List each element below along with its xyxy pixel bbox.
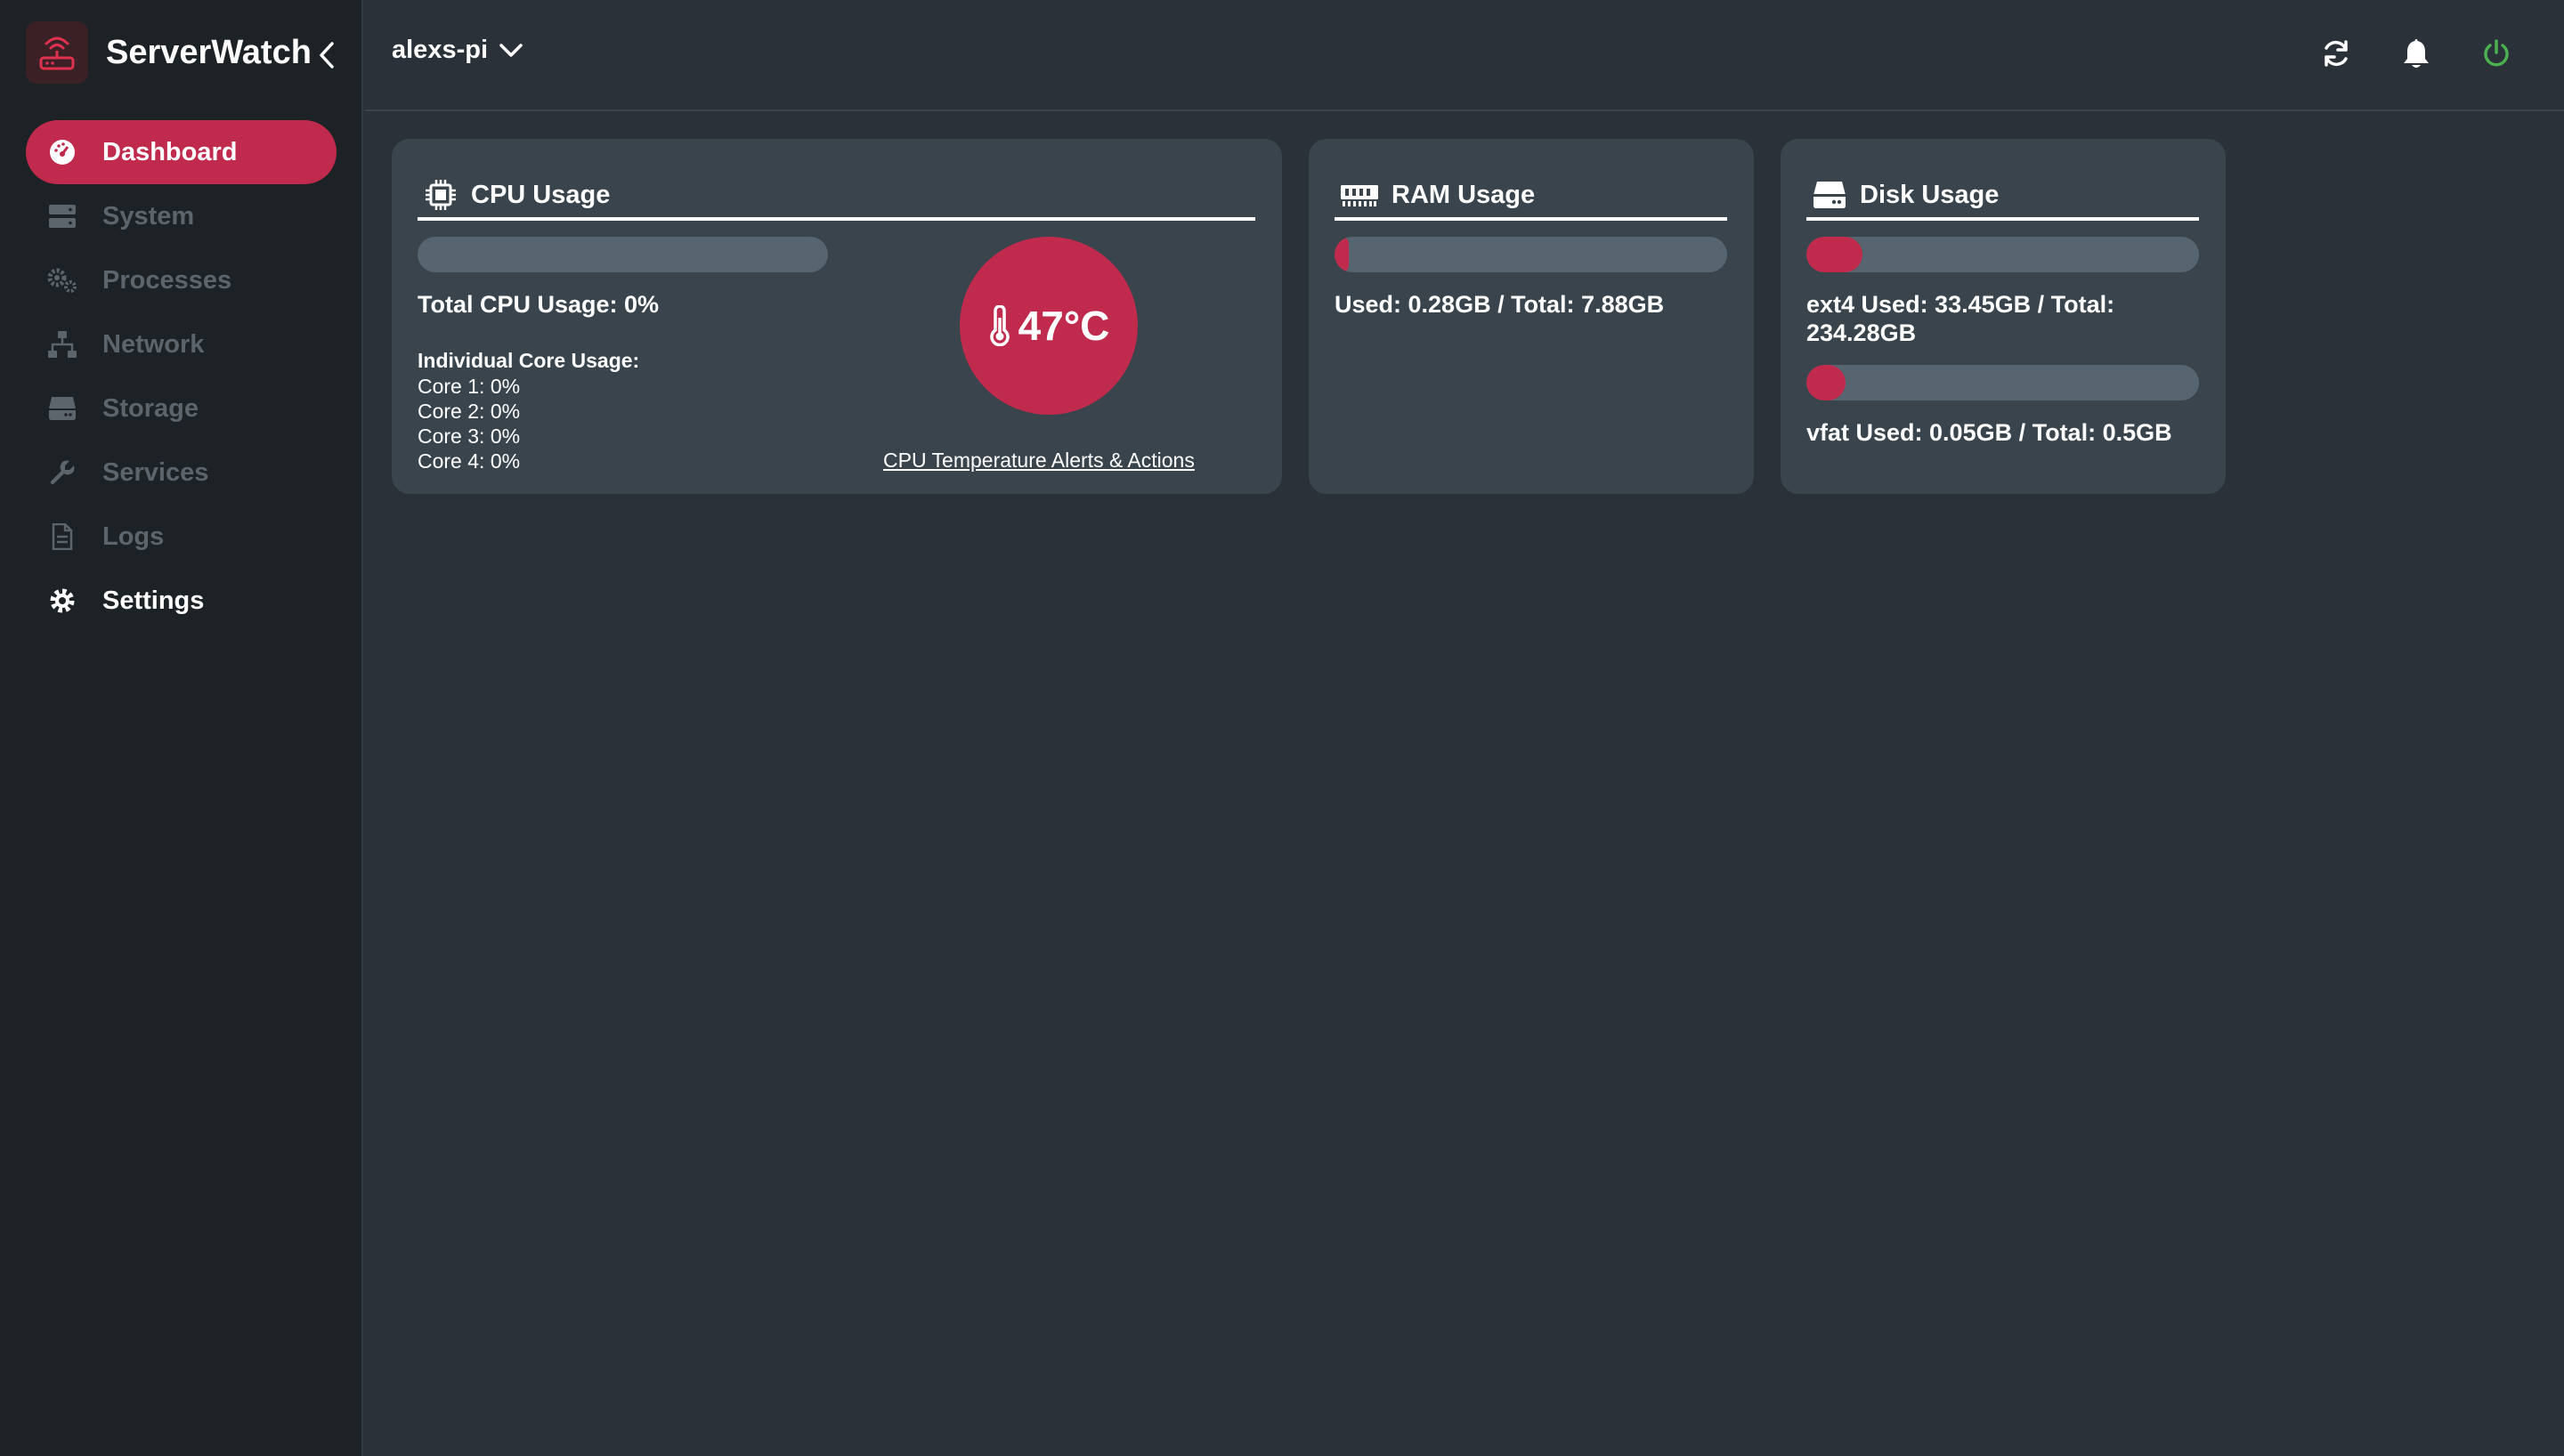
host-name: alexs-pi <box>392 36 488 64</box>
cpu-card-title: CPU Usage <box>471 180 611 209</box>
vfat-usage-fill <box>1806 365 1846 400</box>
chevron-left-icon <box>320 42 334 69</box>
ram-usage-bar <box>1335 237 1727 272</box>
core-usage-item: Core 4: 0% <box>418 449 521 473</box>
disk-usage-card: Disk Usage ext4 Used: 33.45GB / Total: 2… <box>1781 139 2226 494</box>
sidebar-item-services[interactable]: Services <box>26 441 337 505</box>
power-button[interactable] <box>2477 34 2516 73</box>
refresh-icon <box>2325 40 2348 67</box>
cpu-total-usage: Total CPU Usage: 0% <box>418 291 660 318</box>
vfat-usage-bar <box>1806 365 2199 400</box>
wrench-icon <box>47 457 77 488</box>
ext4-usage-line1: ext4 Used: 33.45GB / Total: <box>1806 291 2115 318</box>
sidebar-item-label: Services <box>102 457 209 487</box>
sidebar-item-storage[interactable]: Storage <box>26 376 337 441</box>
sidebar-item-label: Storage <box>102 393 199 423</box>
disk-card-title: Disk Usage <box>1860 180 2000 209</box>
cpu-temperature-alerts-link[interactable]: CPU Temperature Alerts & Actions <box>883 449 1195 473</box>
topbar: alexs-pi <box>365 0 2564 111</box>
ext4-usage-text: ext4 Used: 33.45GB / Total: 234.28GB <box>1806 290 2114 347</box>
ram-card-header: RAM Usage <box>1335 173 1727 221</box>
sidebar-item-label: Network <box>102 329 205 359</box>
brand[interactable]: ServerWatch <box>26 21 312 84</box>
core-usage-title: Individual Core Usage: <box>418 349 640 372</box>
ram-card-title: RAM Usage <box>1392 180 1536 209</box>
sidebar-item-system[interactable]: System <box>26 184 337 248</box>
gear-icon <box>47 586 77 616</box>
core-usage-item: Core 1: 0% <box>418 375 521 398</box>
ext4-usage-line2: 234.28GB <box>1806 320 1917 346</box>
power-icon <box>2484 39 2509 67</box>
dashboard-icon <box>47 137 77 167</box>
sidebar-nav: Dashboard System Processes Network Stora… <box>26 120 337 633</box>
sidebar-item-processes[interactable]: Processes <box>26 248 337 312</box>
ram-usage-fill <box>1335 237 1349 272</box>
sidebar-item-settings[interactable]: Settings <box>26 569 337 633</box>
app-title: ServerWatch <box>106 33 312 71</box>
sidebar-item-label: Settings <box>102 586 205 615</box>
network-icon <box>47 329 77 360</box>
microchip-icon <box>423 177 458 213</box>
bell-icon <box>2404 39 2429 68</box>
core-usage-list: Core 1: 0% Core 2: 0% Core 3: 0% Core 4:… <box>418 374 520 473</box>
server-icon <box>47 201 77 231</box>
sidebar-item-network[interactable]: Network <box>26 312 337 376</box>
core-usage-item: Core 3: 0% <box>418 425 521 448</box>
hdd-icon <box>47 393 77 424</box>
cpu-temperature-badge: 47°C <box>960 237 1138 415</box>
cpu-usage-bar <box>418 237 828 272</box>
disk-card-header: Disk Usage <box>1806 173 2199 221</box>
refresh-button[interactable] <box>2317 34 2356 73</box>
memory-icon <box>1340 177 1379 213</box>
cpu-usage-card: CPU Usage Total CPU Usage: 0% Individual… <box>392 139 1282 494</box>
ram-usage-text: Used: 0.28GB / Total: 7.88GB <box>1335 291 1665 318</box>
notifications-button[interactable] <box>2397 34 2436 73</box>
ram-usage-card: RAM Usage Used: 0.28GB / Total: 7.88GB <box>1309 139 1754 494</box>
core-usage-item: Core 2: 0% <box>418 400 521 423</box>
vfat-usage-text: vfat Used: 0.05GB / Total: 0.5GB <box>1806 419 2172 446</box>
sidebar-item-logs[interactable]: Logs <box>26 505 337 569</box>
sidebar: ServerWatch Dashboard System Processes N… <box>0 0 363 1456</box>
sidebar-item-label: Logs <box>102 522 165 551</box>
host-selector[interactable]: alexs-pi <box>392 36 523 65</box>
sidebar-item-label: Processes <box>102 265 232 295</box>
sidebar-item-label: Dashboard <box>102 137 238 166</box>
ext4-usage-bar <box>1806 237 2199 272</box>
collapse-sidebar-button[interactable] <box>313 37 340 73</box>
file-icon <box>47 522 77 552</box>
sidebar-item-dashboard[interactable]: Dashboard <box>26 120 337 184</box>
cpu-card-header: CPU Usage <box>418 173 1255 221</box>
gears-icon <box>47 265 77 295</box>
thermometer-icon <box>989 305 1010 346</box>
chevron-down-icon <box>499 43 523 57</box>
cpu-temperature-value: 47°C <box>1018 303 1110 349</box>
ext4-usage-fill <box>1806 237 1863 272</box>
router-logo-icon <box>26 21 88 84</box>
sidebar-item-label: System <box>102 201 195 231</box>
hdd-icon <box>1812 177 1847 213</box>
